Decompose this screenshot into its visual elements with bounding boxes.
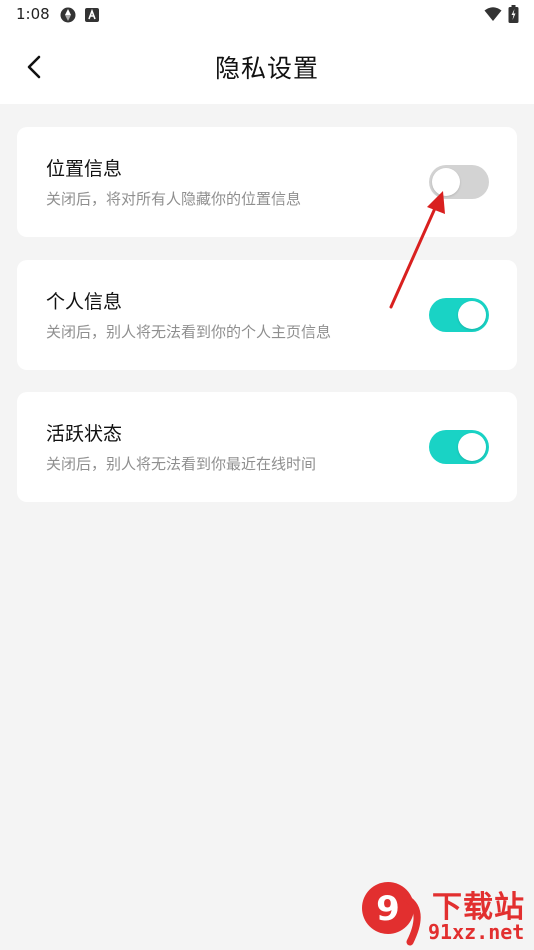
setting-title: 活跃状态: [46, 423, 123, 445]
toggle-knob: [458, 301, 486, 329]
setting-description: 关闭后，别人将无法看到你最近在线时间: [46, 455, 317, 473]
toggle-knob: [458, 433, 486, 461]
app-notification-icon: [84, 7, 100, 27]
sync-icon: [58, 5, 78, 29]
watermark-logo: 9 下载站 91xz.net: [360, 880, 532, 946]
watermark-emblem-icon: 9: [362, 882, 421, 946]
battery-icon: [508, 5, 519, 27]
setting-description: 关闭后，别人将无法看到你的个人主页信息: [46, 323, 332, 341]
status-time: 1:08: [16, 5, 50, 23]
personal-info-toggle[interactable]: [429, 298, 489, 332]
setting-card-personal-info: 个人信息 关闭后，别人将无法看到你的个人主页信息: [17, 260, 517, 370]
watermark-text-bottom: 91xz.net: [428, 920, 525, 944]
watermark-logo-text: 9: [376, 889, 400, 929]
header: 隐私设置: [0, 30, 534, 104]
setting-title: 位置信息: [46, 158, 123, 180]
page-title: 隐私设置: [214, 54, 319, 83]
setting-description: 关闭后，将对所有人隐藏你的位置信息: [46, 190, 302, 208]
wifi-icon: [484, 6, 502, 26]
toggle-knob: [432, 168, 460, 196]
setting-card-activity-status: 活跃状态 关闭后，别人将无法看到你最近在线时间: [17, 392, 517, 502]
activity-status-toggle[interactable]: [429, 430, 489, 464]
location-toggle[interactable]: [429, 165, 489, 199]
setting-title: 个人信息: [46, 291, 123, 313]
status-bar: 1:08: [0, 0, 534, 30]
setting-card-location: 位置信息 关闭后，将对所有人隐藏你的位置信息: [17, 127, 517, 237]
